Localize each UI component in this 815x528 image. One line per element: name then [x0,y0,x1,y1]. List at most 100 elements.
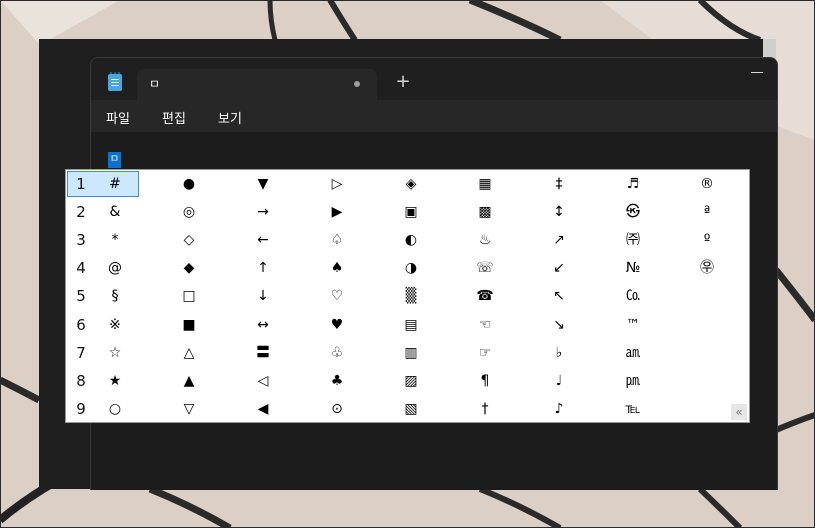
candidate-symbol[interactable]: ● [152,170,226,198]
candidate-symbol[interactable]: → [226,198,300,226]
candidate-symbol[interactable]: ↘ [522,311,596,339]
candidate-symbol[interactable]: ▥ [374,339,448,367]
candidate-symbol[interactable]: ◈ [374,170,448,198]
candidate-symbol[interactable]: ㏘ [596,367,670,395]
tab-document[interactable]: ㅁ [137,69,377,100]
candidate-symbol[interactable]: † [448,395,522,423]
candidate-symbol[interactable]: ◐ [374,226,448,254]
composing-character: ㅁ [108,152,121,168]
candidate-symbol[interactable]: ¶ [448,367,522,395]
candidate-symbol[interactable]: ■ [152,311,226,339]
candidate-symbol[interactable]: ♡ [300,282,374,310]
candidate-symbol[interactable]: ♩ [522,367,596,395]
candidate-symbol[interactable]: ☞ [448,339,522,367]
candidate-symbol[interactable]: ▨ [374,367,448,395]
candidate-symbol[interactable]: ㏇ [596,282,670,310]
candidate-symbol[interactable]: ↖ [522,282,596,310]
menu-view[interactable]: 보기 [218,108,242,127]
candidate-symbol[interactable]: ▼ [226,170,300,198]
candidate-row: 3 * ◇ ← ♤ ◐ ♨ ↗ ㈜ º [66,226,749,254]
candidate-symbol[interactable]: ♣ [300,367,374,395]
candidate-symbol[interactable]: ↓ [226,282,300,310]
candidate-symbol[interactable]: ▧ [374,395,448,423]
candidate-symbol[interactable]: ♬ [596,170,670,198]
menu-edit[interactable]: 편집 [162,108,186,127]
candidate-symbol[interactable]: ☏ [448,254,522,282]
candidate-symbol [670,339,744,367]
candidate-symbol[interactable]: ♠ [300,254,374,282]
candidate-symbol[interactable]: ♤ [300,226,374,254]
candidate-symbol[interactable]: ▣ [374,198,448,226]
candidate-symbol[interactable]: ※ [78,311,152,339]
candidate-symbol[interactable]: ª [670,198,744,226]
candidate-symbol[interactable]: ‡ [522,170,596,198]
candidate-symbol[interactable]: ↕ [522,198,596,226]
candidate-symbol[interactable]: ↙ [522,254,596,282]
candidate-symbol[interactable]: ▦ [448,170,522,198]
candidate-symbol[interactable]: ☆ [78,339,152,367]
minimize-button[interactable] [751,72,763,73]
candidate-symbol[interactable]: ㈜ [596,226,670,254]
candidate-symbol[interactable]: ↗ [522,226,596,254]
candidate-symbol[interactable]: § [78,282,152,310]
candidate-row: 7 ☆ △ 〓 ♧ ▥ ☞ ♭ ㏂ [66,339,749,367]
candidate-symbol[interactable]: ℡ [596,395,670,423]
title-bar[interactable]: ㅁ + [91,58,777,100]
candidate-symbol[interactable]: ▷ [300,170,374,198]
tab-title: ㅁ [149,77,161,91]
candidate-symbol[interactable]: 〓 [226,339,300,367]
candidate-symbol[interactable]: ◆ [152,254,226,282]
candidate-row: 2 & ◎ → ▶ ▣ ▩ ↕ ㉿ ª [66,198,749,226]
candidate-symbol[interactable]: ® [670,170,744,198]
candidate-symbol[interactable]: ◀ [226,395,300,423]
candidate-symbol[interactable]: ◇ [152,226,226,254]
candidate-row: 9 ○ ▽ ◀ ⊙ ▧ † ♪ ℡ [66,395,749,423]
collapse-button[interactable]: « [731,404,747,420]
candidate-symbol[interactable]: ▤ [374,311,448,339]
candidate-symbol[interactable]: ↑ [226,254,300,282]
menu-bar: 파일 편집 보기 [91,100,777,132]
candidate-symbol[interactable]: ▲ [152,367,226,395]
candidate-symbol[interactable]: @ [78,254,152,282]
symbol-candidate-panel: 1 # ● ▼ ▷ ◈ ▦ ‡ ♬ ® 2 & ◎ → ▶ ▣ ▩ ↕ ㉿ ª 3 * ◇ ← ♤ ◐ ♨ ↗ ㈜ º 4 @ ◆ ↑ ♠ ◑ ☏ ↙ № ㉾… [65,169,750,423]
candidate-symbol[interactable]: & [78,198,152,226]
candidate-symbol[interactable]: ㉿ [596,198,670,226]
candidate-symbol[interactable]: ↔ [226,311,300,339]
candidate-symbol[interactable]: ♥ [300,311,374,339]
candidate-symbol[interactable]: □ [152,282,226,310]
candidate-symbol[interactable]: ♭ [522,339,596,367]
candidate-symbol[interactable]: ▽ [152,395,226,423]
candidate-symbol[interactable]: ← [226,226,300,254]
candidate-symbol[interactable]: ○ [78,395,152,423]
new-tab-button[interactable]: + [393,72,413,92]
candidate-symbol[interactable]: ▶ [300,198,374,226]
candidate-symbol[interactable]: ▒ [374,282,448,310]
candidate-symbol[interactable]: ◑ [374,254,448,282]
unsaved-dot-icon[interactable] [354,81,360,87]
candidate-symbol[interactable]: ★ [78,367,152,395]
candidate-row: 1 # ● ▼ ▷ ◈ ▦ ‡ ♬ ® [66,170,749,198]
candidate-symbol[interactable]: ⊙ [300,395,374,423]
menu-file[interactable]: 파일 [106,108,130,127]
candidate-symbol[interactable]: ◎ [152,198,226,226]
candidate-symbol[interactable]: # [78,170,152,198]
candidate-symbol[interactable]: ♨ [448,226,522,254]
candidate-symbol[interactable]: ㉾ [670,254,744,282]
candidate-symbol [670,282,744,310]
candidate-symbol [670,367,744,395]
candidate-symbol[interactable]: ㏂ [596,339,670,367]
candidate-symbol[interactable]: ♧ [300,339,374,367]
candidate-symbol[interactable]: º [670,226,744,254]
candidate-row: 8 ★ ▲ ◁ ♣ ▨ ¶ ♩ ㏘ [66,367,749,395]
candidate-symbol[interactable]: ♪ [522,395,596,423]
notepad-icon [108,72,122,91]
candidate-symbol[interactable]: ▩ [448,198,522,226]
candidate-symbol[interactable]: ☎ [448,282,522,310]
candidate-symbol[interactable]: ™ [596,311,670,339]
candidate-symbol[interactable]: * [78,226,152,254]
candidate-symbol[interactable]: ☜ [448,311,522,339]
candidate-symbol[interactable]: № [596,254,670,282]
background-window-edge [763,39,776,59]
candidate-symbol[interactable]: ◁ [226,367,300,395]
candidate-symbol[interactable]: △ [152,339,226,367]
